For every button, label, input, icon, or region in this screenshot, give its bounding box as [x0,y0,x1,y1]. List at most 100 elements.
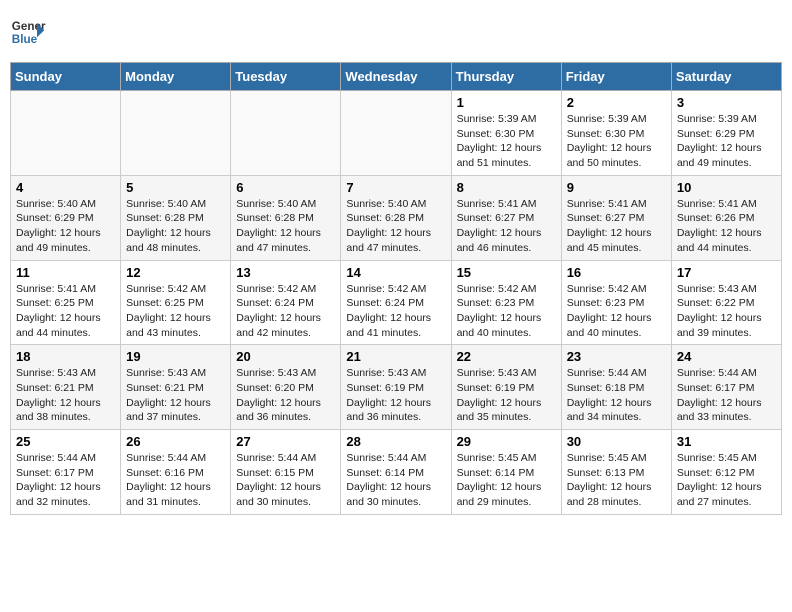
day-info: Sunrise: 5:42 AM Sunset: 6:25 PM Dayligh… [126,282,225,341]
calendar-week-5: 25 Sunrise: 5:44 AM Sunset: 6:17 PM Dayli… [11,430,782,515]
calendar-day-3: 3 Sunrise: 5:39 AM Sunset: 6:29 PM Daylig… [671,91,781,176]
calendar-day-8: 8 Sunrise: 5:41 AM Sunset: 6:27 PM Daylig… [451,175,561,260]
weekday-header-friday: Friday [561,63,671,91]
day-info: Sunrise: 5:44 AM Sunset: 6:17 PM Dayligh… [16,451,115,510]
day-info: Sunrise: 5:41 AM Sunset: 6:27 PM Dayligh… [457,197,556,256]
calendar-day-16: 16 Sunrise: 5:42 AM Sunset: 6:23 PM Dayli… [561,260,671,345]
calendar-day-17: 17 Sunrise: 5:43 AM Sunset: 6:22 PM Dayli… [671,260,781,345]
calendar-week-4: 18 Sunrise: 5:43 AM Sunset: 6:21 PM Dayli… [11,345,782,430]
weekday-header-thursday: Thursday [451,63,561,91]
calendar-empty [341,91,451,176]
weekday-header-tuesday: Tuesday [231,63,341,91]
day-info: Sunrise: 5:45 AM Sunset: 6:13 PM Dayligh… [567,451,666,510]
calendar-day-18: 18 Sunrise: 5:43 AM Sunset: 6:21 PM Dayli… [11,345,121,430]
day-number: 13 [236,265,335,280]
day-info: Sunrise: 5:43 AM Sunset: 6:21 PM Dayligh… [16,366,115,425]
day-number: 28 [346,434,445,449]
calendar-day-12: 12 Sunrise: 5:42 AM Sunset: 6:25 PM Dayli… [121,260,231,345]
day-number: 11 [16,265,115,280]
day-info: Sunrise: 5:44 AM Sunset: 6:18 PM Dayligh… [567,366,666,425]
calendar-day-13: 13 Sunrise: 5:42 AM Sunset: 6:24 PM Dayli… [231,260,341,345]
calendar-day-20: 20 Sunrise: 5:43 AM Sunset: 6:20 PM Dayli… [231,345,341,430]
svg-text:Blue: Blue [12,33,38,46]
day-info: Sunrise: 5:39 AM Sunset: 6:29 PM Dayligh… [677,112,776,171]
calendar-empty [121,91,231,176]
day-info: Sunrise: 5:40 AM Sunset: 6:29 PM Dayligh… [16,197,115,256]
header: General Blue [10,10,782,54]
day-number: 5 [126,180,225,195]
calendar-week-3: 11 Sunrise: 5:41 AM Sunset: 6:25 PM Dayli… [11,260,782,345]
calendar-empty [11,91,121,176]
calendar-day-11: 11 Sunrise: 5:41 AM Sunset: 6:25 PM Dayli… [11,260,121,345]
day-number: 25 [16,434,115,449]
calendar-week-2: 4 Sunrise: 5:40 AM Sunset: 6:29 PM Daylig… [11,175,782,260]
day-number: 24 [677,349,776,364]
day-number: 27 [236,434,335,449]
calendar-day-31: 31 Sunrise: 5:45 AM Sunset: 6:12 PM Dayli… [671,430,781,515]
day-info: Sunrise: 5:42 AM Sunset: 6:24 PM Dayligh… [236,282,335,341]
day-number: 23 [567,349,666,364]
day-number: 17 [677,265,776,280]
day-info: Sunrise: 5:44 AM Sunset: 6:14 PM Dayligh… [346,451,445,510]
weekday-header-wednesday: Wednesday [341,63,451,91]
calendar-empty [231,91,341,176]
day-number: 29 [457,434,556,449]
day-number: 2 [567,95,666,110]
calendar-day-25: 25 Sunrise: 5:44 AM Sunset: 6:17 PM Dayli… [11,430,121,515]
calendar-day-2: 2 Sunrise: 5:39 AM Sunset: 6:30 PM Daylig… [561,91,671,176]
day-info: Sunrise: 5:43 AM Sunset: 6:20 PM Dayligh… [236,366,335,425]
day-info: Sunrise: 5:42 AM Sunset: 6:24 PM Dayligh… [346,282,445,341]
day-number: 9 [567,180,666,195]
day-number: 20 [236,349,335,364]
day-number: 21 [346,349,445,364]
calendar-day-21: 21 Sunrise: 5:43 AM Sunset: 6:19 PM Dayli… [341,345,451,430]
day-info: Sunrise: 5:41 AM Sunset: 6:25 PM Dayligh… [16,282,115,341]
day-number: 4 [16,180,115,195]
calendar-day-5: 5 Sunrise: 5:40 AM Sunset: 6:28 PM Daylig… [121,175,231,260]
day-number: 3 [677,95,776,110]
calendar-day-6: 6Sunrise: 5:40 AM Sunset: 6:28 PM Daylig… [231,175,341,260]
day-info: Sunrise: 5:44 AM Sunset: 6:15 PM Dayligh… [236,451,335,510]
calendar-day-28: 28 Sunrise: 5:44 AM Sunset: 6:14 PM Dayli… [341,430,451,515]
day-info: Sunrise: 5:43 AM Sunset: 6:21 PM Dayligh… [126,366,225,425]
day-number: 12 [126,265,225,280]
weekday-header-sunday: Sunday [11,63,121,91]
day-info: Sunrise: 5:40 AM Sunset: 6:28 PM Dayligh… [126,197,225,256]
day-info: Sunrise: 5:43 AM Sunset: 6:19 PM Dayligh… [346,366,445,425]
logo-icon: General Blue [10,14,46,50]
day-number: 10 [677,180,776,195]
day-info: Sunrise: 5:41 AM Sunset: 6:27 PM Dayligh… [567,197,666,256]
day-number: 1 [457,95,556,110]
calendar-day-4: 4 Sunrise: 5:40 AM Sunset: 6:29 PM Daylig… [11,175,121,260]
day-info: Sunrise: 5:43 AM Sunset: 6:19 PM Dayligh… [457,366,556,425]
calendar-day-26: 26 Sunrise: 5:44 AM Sunset: 6:16 PM Dayli… [121,430,231,515]
calendar-week-1: 1 Sunrise: 5:39 AM Sunset: 6:30 PM Daylig… [11,91,782,176]
day-info: Sunrise: 5:44 AM Sunset: 6:17 PM Dayligh… [677,366,776,425]
day-number: 19 [126,349,225,364]
calendar-day-7: 7Sunrise: 5:40 AM Sunset: 6:28 PM Daylig… [341,175,451,260]
day-number: 8 [457,180,556,195]
day-number: 30 [567,434,666,449]
day-info: Sunrise: 5:45 AM Sunset: 6:14 PM Dayligh… [457,451,556,510]
calendar-day-9: 9 Sunrise: 5:41 AM Sunset: 6:27 PM Daylig… [561,175,671,260]
calendar-day-1: 1Sunrise: 5:39 AM Sunset: 6:30 PM Daylig… [451,91,561,176]
day-info: Sunrise: 5:45 AM Sunset: 6:12 PM Dayligh… [677,451,776,510]
calendar-day-10: 10 Sunrise: 5:41 AM Sunset: 6:26 PM Dayli… [671,175,781,260]
day-info: Sunrise: 5:43 AM Sunset: 6:22 PM Dayligh… [677,282,776,341]
day-info: Sunrise: 5:39 AM Sunset: 6:30 PM Dayligh… [567,112,666,171]
day-number: 16 [567,265,666,280]
day-info: Sunrise: 5:44 AM Sunset: 6:16 PM Dayligh… [126,451,225,510]
day-number: 14 [346,265,445,280]
day-number: 26 [126,434,225,449]
day-info: Sunrise: 5:42 AM Sunset: 6:23 PM Dayligh… [567,282,666,341]
day-number: 22 [457,349,556,364]
day-number: 6 [236,180,335,195]
calendar-day-27: 27 Sunrise: 5:44 AM Sunset: 6:15 PM Dayli… [231,430,341,515]
calendar-day-19: 19 Sunrise: 5:43 AM Sunset: 6:21 PM Dayli… [121,345,231,430]
day-info: Sunrise: 5:40 AM Sunset: 6:28 PM Dayligh… [346,197,445,256]
day-number: 15 [457,265,556,280]
weekday-header-saturday: Saturday [671,63,781,91]
day-number: 31 [677,434,776,449]
day-info: Sunrise: 5:41 AM Sunset: 6:26 PM Dayligh… [677,197,776,256]
day-number: 18 [16,349,115,364]
